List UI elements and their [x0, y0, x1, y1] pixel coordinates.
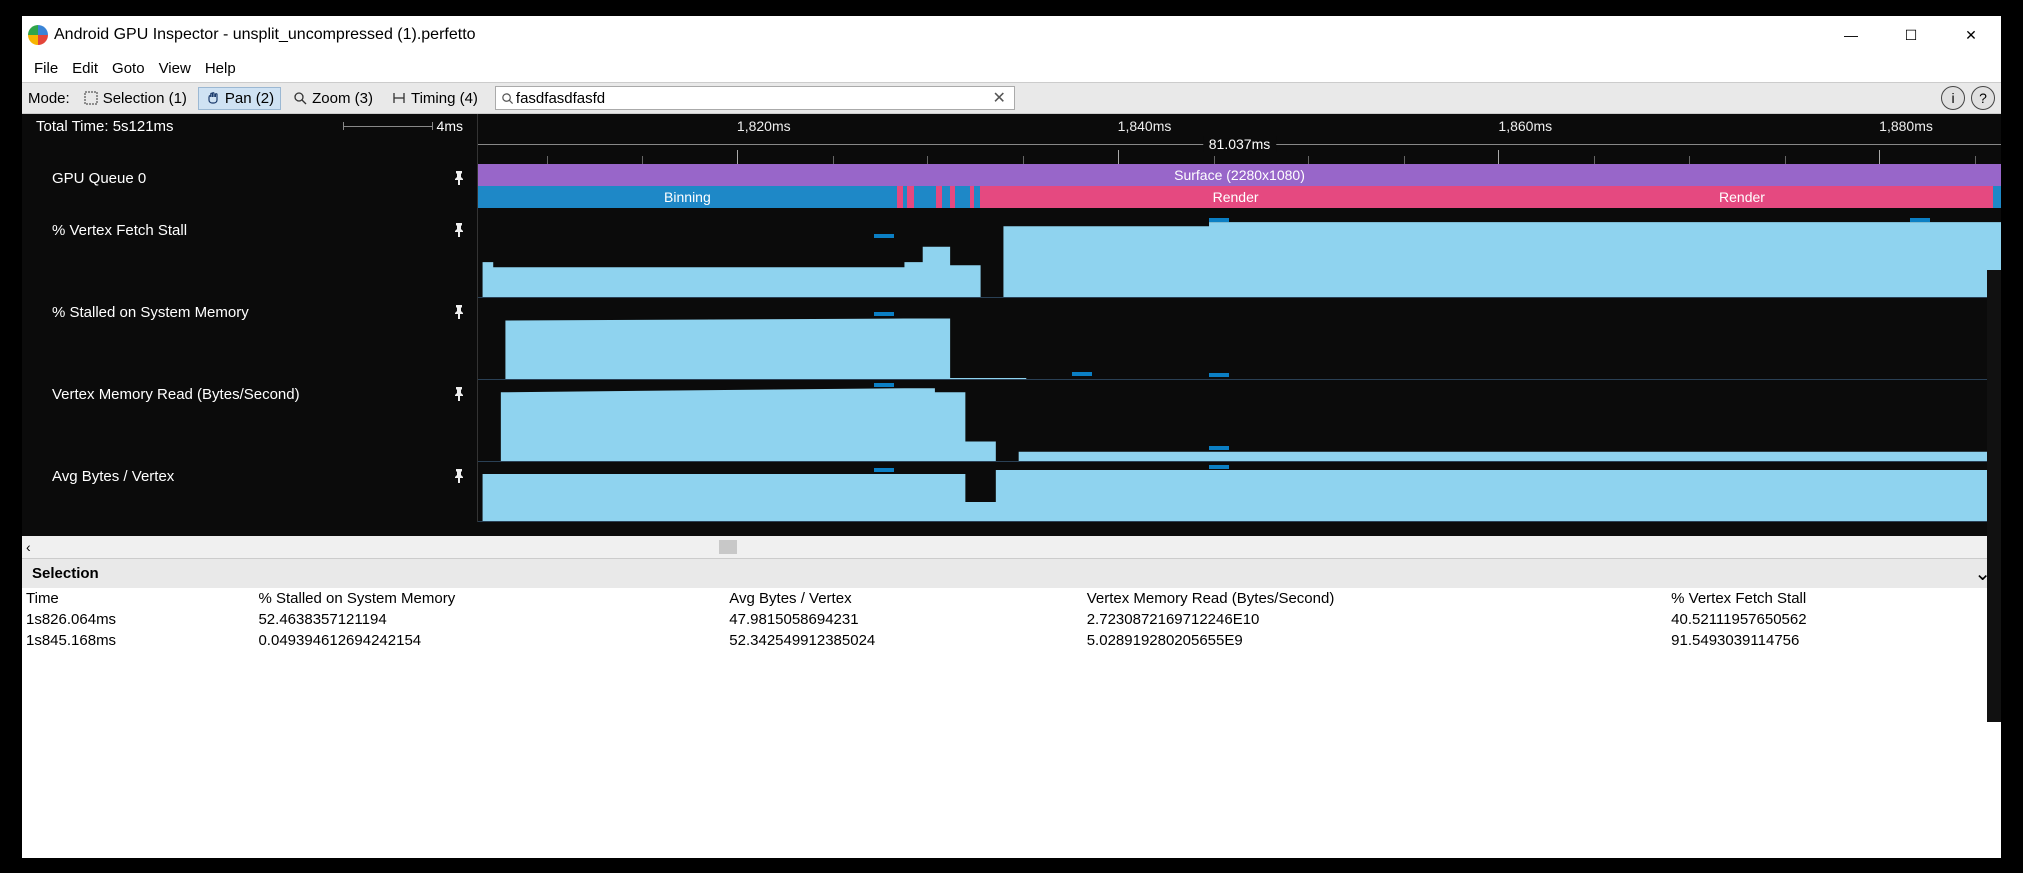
menu-file[interactable]: File	[28, 58, 64, 79]
track-vertex-mem-read[interactable]: Vertex Memory Read (Bytes/Second)	[52, 386, 300, 403]
pin-icon[interactable]	[451, 170, 467, 186]
table-row[interactable]: 1s845.168ms 0.049394612694242154 52.3425…	[22, 630, 2001, 651]
menu-view[interactable]: View	[153, 58, 197, 79]
ruler-tick: 1,820ms	[737, 118, 791, 134]
ruler-tick: 1,860ms	[1498, 118, 1552, 134]
menu-help[interactable]: Help	[199, 58, 242, 79]
table-header[interactable]: Time	[22, 588, 254, 609]
pin-icon[interactable]	[451, 222, 467, 238]
track-stalled-sys-mem[interactable]: % Stalled on System Memory	[52, 304, 249, 321]
selection-icon	[83, 90, 99, 106]
horizontal-scrollbar[interactable]: ‹ ›	[22, 536, 2001, 558]
search-icon	[500, 90, 516, 106]
chart-stalled-sys-mem[interactable]	[478, 298, 2001, 380]
mode-selection-button[interactable]: Selection (1)	[76, 87, 194, 110]
ruler[interactable]: 1,820ms 1,840ms 1,860ms 1,880ms 81.037ms	[478, 114, 2001, 164]
scroll-left-icon[interactable]: ‹	[26, 539, 31, 555]
selection-table: Time % Stalled on System Memory Avg Byte…	[22, 588, 2001, 651]
search-box[interactable]: ✕	[495, 86, 1015, 110]
selection-title: Selection	[32, 565, 99, 582]
scale-label: 4ms	[437, 118, 463, 134]
vertical-scrollbar-track[interactable]	[1987, 270, 2001, 722]
segment-render[interactable]: Render	[980, 186, 1490, 208]
menu-goto[interactable]: Goto	[106, 58, 151, 79]
zoom-icon	[292, 90, 308, 106]
menu-bar: File Edit Goto View Help	[22, 54, 2001, 82]
segment-render[interactable]: Render	[1491, 186, 1994, 208]
segment-sliver[interactable]	[955, 186, 970, 208]
maximize-button[interactable]: ☐	[1881, 16, 1941, 54]
track-avg-bytes-vertex[interactable]: Avg Bytes / Vertex	[52, 468, 174, 485]
surface-bar[interactable]: Surface (2280x1080)	[478, 164, 2001, 186]
mode-selection-label: Selection (1)	[103, 90, 187, 107]
window-title: Android GPU Inspector - unsplit_uncompre…	[54, 26, 476, 44]
minimize-button[interactable]: —	[1821, 16, 1881, 54]
table-header[interactable]: Vertex Memory Read (Bytes/Second)	[1083, 588, 1667, 609]
chart-avg-bytes-vertex[interactable]	[478, 462, 2001, 522]
selection-panel: Selection ⌄ Time % Stalled on System Mem…	[22, 558, 2001, 858]
hand-icon	[205, 90, 221, 106]
mode-zoom-button[interactable]: Zoom (3)	[285, 87, 380, 110]
info-button[interactable]: i	[1941, 86, 1965, 110]
pin-icon[interactable]	[451, 386, 467, 402]
close-button[interactable]: ✕	[1941, 16, 2001, 54]
help-button[interactable]: ?	[1971, 86, 1995, 110]
chart-vertex-mem-read[interactable]	[478, 380, 2001, 462]
mode-label: Mode:	[28, 90, 70, 107]
mode-pan-button[interactable]: Pan (2)	[198, 87, 281, 110]
scale-line	[343, 126, 433, 127]
track-gpu-queue[interactable]: GPU Queue 0	[52, 170, 146, 187]
table-row[interactable]: 1s826.064ms 52.4638357121194 47.98150586…	[22, 609, 2001, 630]
mode-zoom-label: Zoom (3)	[312, 90, 373, 107]
segment-binning[interactable]: Binning	[478, 186, 897, 208]
ruler-tick: 1,880ms	[1879, 118, 1933, 134]
ruler-duration: 81.037ms	[1203, 136, 1276, 152]
table-header[interactable]: Avg Bytes / Vertex	[725, 588, 1082, 609]
timeline[interactable]: Total Time: 5s121ms 4ms 1,820ms 1,840ms …	[22, 114, 2001, 536]
mode-timing-button[interactable]: Timing (4)	[384, 87, 485, 110]
pin-icon[interactable]	[451, 304, 467, 320]
search-input[interactable]	[516, 90, 989, 107]
mode-pan-label: Pan (2)	[225, 90, 274, 107]
segment-sliver[interactable]	[942, 186, 950, 208]
info-icon: i	[1951, 90, 1954, 106]
scroll-thumb[interactable]	[719, 540, 737, 554]
segment-sliver[interactable]	[1993, 186, 2001, 208]
chart-vertex-fetch-stall[interactable]	[478, 216, 2001, 298]
question-icon: ?	[1979, 90, 1987, 106]
toolbar: Mode: Selection (1) Pan (2) Zoom (3) Tim…	[22, 82, 2001, 114]
mode-timing-label: Timing (4)	[411, 90, 478, 107]
app-icon	[28, 25, 48, 45]
window-titlebar[interactable]: Android GPU Inspector - unsplit_uncompre…	[22, 16, 2001, 54]
pin-icon[interactable]	[451, 468, 467, 484]
menu-edit[interactable]: Edit	[66, 58, 104, 79]
table-header[interactable]: % Stalled on System Memory	[254, 588, 725, 609]
timing-icon	[391, 90, 407, 106]
track-vertex-fetch-stall[interactable]: % Vertex Fetch Stall	[52, 222, 187, 239]
table-header[interactable]: % Vertex Fetch Stall	[1667, 588, 2001, 609]
ruler-tick: 1,840ms	[1118, 118, 1172, 134]
search-clear-button[interactable]: ✕	[989, 88, 1010, 108]
segment-sliver[interactable]	[914, 186, 937, 208]
total-time-label: Total Time: 5s121ms	[36, 118, 174, 135]
